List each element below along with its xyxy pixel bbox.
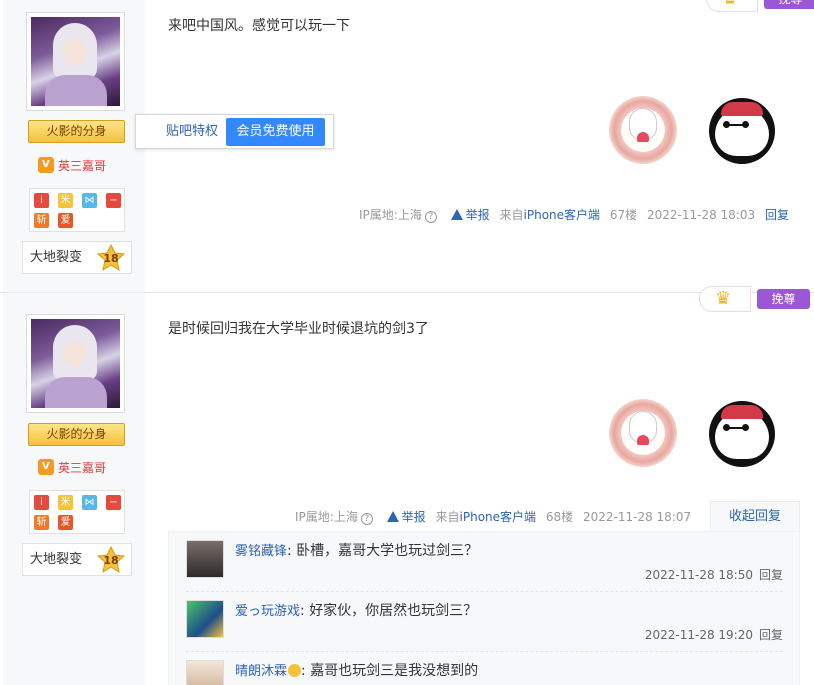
- minus-icon[interactable]: −: [106, 495, 121, 510]
- sun-icon[interactable]: 米: [58, 495, 73, 510]
- floor-number: 67楼: [609, 208, 638, 222]
- client-link[interactable]: iPhone客户端: [524, 206, 601, 223]
- user-icons: i 米 ⋈ − 斩 爱: [29, 188, 125, 232]
- emoji-icon: [288, 664, 302, 677]
- reply-username[interactable]: 爱っ玩游戏: [235, 604, 300, 619]
- post-content: 来吧中国风。感觉可以玩一下: [168, 18, 350, 34]
- client-label: 来自iPhone客户端: [435, 508, 537, 525]
- privilege-label[interactable]: 贴吧特权: [166, 115, 218, 148]
- top-tag-button[interactable]: 挽尊: [764, 0, 814, 9]
- user-avatar[interactable]: [26, 12, 125, 111]
- reply-username[interactable]: 晴朗沐霖: [235, 664, 287, 679]
- reply-item: 爱っ玩游戏: 好家伙，你居然也玩剑三？ 2022-11-28 19:20 回复: [169, 592, 799, 652]
- user-icons: i 米 ⋈ − 斩 爱: [29, 490, 125, 534]
- vip-crown-icon: [38, 157, 54, 173]
- report-link[interactable]: 举报: [402, 508, 426, 525]
- vip-username[interactable]: 英三嘉哥: [38, 459, 128, 477]
- vip-username-label: 英三嘉哥: [58, 159, 107, 173]
- level-number: 18: [103, 252, 119, 265]
- post-time: 2022-11-28 18:03: [646, 208, 756, 222]
- info-icon[interactable]: i: [34, 193, 49, 208]
- level-icon: 18: [96, 243, 126, 272]
- reply-text: 爱っ玩游戏: 好家伙，你居然也玩剑三？: [235, 603, 478, 619]
- reply-time: 2022-11-28 19:20: [644, 628, 753, 642]
- warning-icon: [450, 209, 463, 220]
- reply-username[interactable]: 雾铭藏锋: [235, 544, 287, 559]
- sun-icon[interactable]: 米: [58, 193, 73, 208]
- client-link[interactable]: iPhone客户端: [460, 508, 537, 525]
- tag-button[interactable]: 挽尊: [757, 289, 810, 309]
- user-badge[interactable]: 火影的分身: [28, 120, 125, 143]
- level-number: 18: [103, 554, 119, 567]
- badge-icon[interactable]: 斩: [34, 213, 49, 228]
- baymax-dark-sticker: [709, 98, 775, 164]
- user-sidebar: 火影的分身 英三嘉哥 i 米 ⋈ − 斩 爱 大地裂变 18: [3, 293, 145, 685]
- collapse-replies-button[interactable]: 收起回复: [710, 501, 800, 532]
- crown-icon: [706, 0, 758, 12]
- post-time: 2022-11-28 18:07: [582, 510, 692, 524]
- warning-icon: [386, 511, 399, 522]
- reply-content: 好家伙，你居然也玩剑三？: [309, 603, 478, 619]
- help-icon[interactable]: ?: [424, 211, 437, 223]
- level-name: 大地裂变: [30, 552, 83, 567]
- client-label: 来自iPhone客户端: [499, 206, 601, 223]
- level-badge[interactable]: 大地裂变 18: [22, 543, 132, 576]
- bow-icon[interactable]: ⋈: [82, 193, 97, 208]
- reply-meta: 2022-11-28 18:50 回复: [645, 566, 783, 583]
- vip-crown-icon: [38, 459, 54, 475]
- vip-username[interactable]: 英三嘉哥: [38, 157, 128, 175]
- reply-item: 晴朗沐霖: 嘉哥也玩剑三是我没想到的: [169, 652, 799, 685]
- baymax-dark-sticker: [709, 401, 775, 467]
- post-meta: IP属地:上海? 举报 来自iPhone客户端 67楼 2022-11-28 1…: [359, 206, 789, 223]
- ip-location: IP属地:上海: [359, 208, 422, 222]
- vip-username-label: 英三嘉哥: [58, 461, 107, 475]
- help-icon[interactable]: ?: [360, 513, 373, 525]
- info-icon[interactable]: i: [34, 495, 49, 510]
- reply-avatar[interactable]: [186, 600, 224, 638]
- heart-badge-icon[interactable]: 爱: [58, 213, 73, 228]
- baymax-wreath-sticker: [609, 399, 677, 467]
- post-68: 火影的分身 英三嘉哥 i 米 ⋈ − 斩 爱 大地裂变 18 挽尊 是时候回归我…: [0, 286, 814, 685]
- reply-content: 嘉哥也玩剑三是我没想到的: [310, 663, 479, 679]
- level-name: 大地裂变: [30, 250, 83, 265]
- minus-icon[interactable]: −: [106, 193, 121, 208]
- badge-icon[interactable]: 斩: [34, 515, 49, 530]
- user-badge[interactable]: 火影的分身: [28, 423, 125, 446]
- level-icon: 18: [96, 545, 126, 574]
- reply-item: 雾铭藏锋: 卧槽，嘉哥大学也玩过剑三？ 2022-11-28 18:50 回复: [169, 532, 799, 592]
- reply-meta: 2022-11-28 19:20 回复: [645, 626, 783, 643]
- reply-link[interactable]: 回复: [759, 628, 783, 642]
- heart-badge-icon[interactable]: 爱: [58, 515, 73, 530]
- user-avatar[interactable]: [26, 314, 125, 413]
- reply-avatar[interactable]: [186, 660, 224, 685]
- crown-icon: [699, 286, 751, 312]
- reply-text: 晴朗沐霖: 嘉哥也玩剑三是我没想到的: [235, 663, 479, 679]
- user-sidebar: 火影的分身 英三嘉哥 i 米 ⋈ − 斩 爱 大地裂变 18: [3, 0, 145, 292]
- bow-icon[interactable]: ⋈: [82, 495, 97, 510]
- reply-link[interactable]: 回复: [765, 206, 789, 223]
- ip-location: IP属地:上海: [295, 510, 358, 524]
- reply-link[interactable]: 回复: [759, 568, 783, 582]
- baymax-wreath-sticker: [609, 96, 677, 164]
- level-badge[interactable]: 大地裂变 18: [22, 241, 132, 274]
- free-use-button[interactable]: 会员免费使用: [226, 118, 325, 146]
- reply-list: 雾铭藏锋: 卧槽，嘉哥大学也玩过剑三？ 2022-11-28 18:50 回复 爱…: [168, 531, 800, 685]
- post-67: 火影的分身 英三嘉哥 i 米 ⋈ − 斩 爱 大地裂变 18 挽尊 来吧中国风。…: [0, 0, 814, 292]
- report-link[interactable]: 举报: [466, 206, 490, 223]
- post-meta: IP属地:上海? 举报 来自iPhone客户端 68楼 2022-11-28 1…: [295, 508, 691, 525]
- reply-avatar[interactable]: [186, 540, 224, 578]
- reply-content: 卧槽，嘉哥大学也玩过剑三？: [296, 543, 479, 559]
- privilege-popup: 贴吧特权 会员免费使用: [135, 114, 334, 149]
- reply-time: 2022-11-28 18:50: [644, 568, 753, 582]
- reply-text: 雾铭藏锋: 卧槽，嘉哥大学也玩过剑三？: [235, 543, 479, 559]
- post-content: 是时候回归我在大学毕业时候退坑的剑3了: [168, 321, 429, 337]
- floor-number: 68楼: [545, 510, 574, 524]
